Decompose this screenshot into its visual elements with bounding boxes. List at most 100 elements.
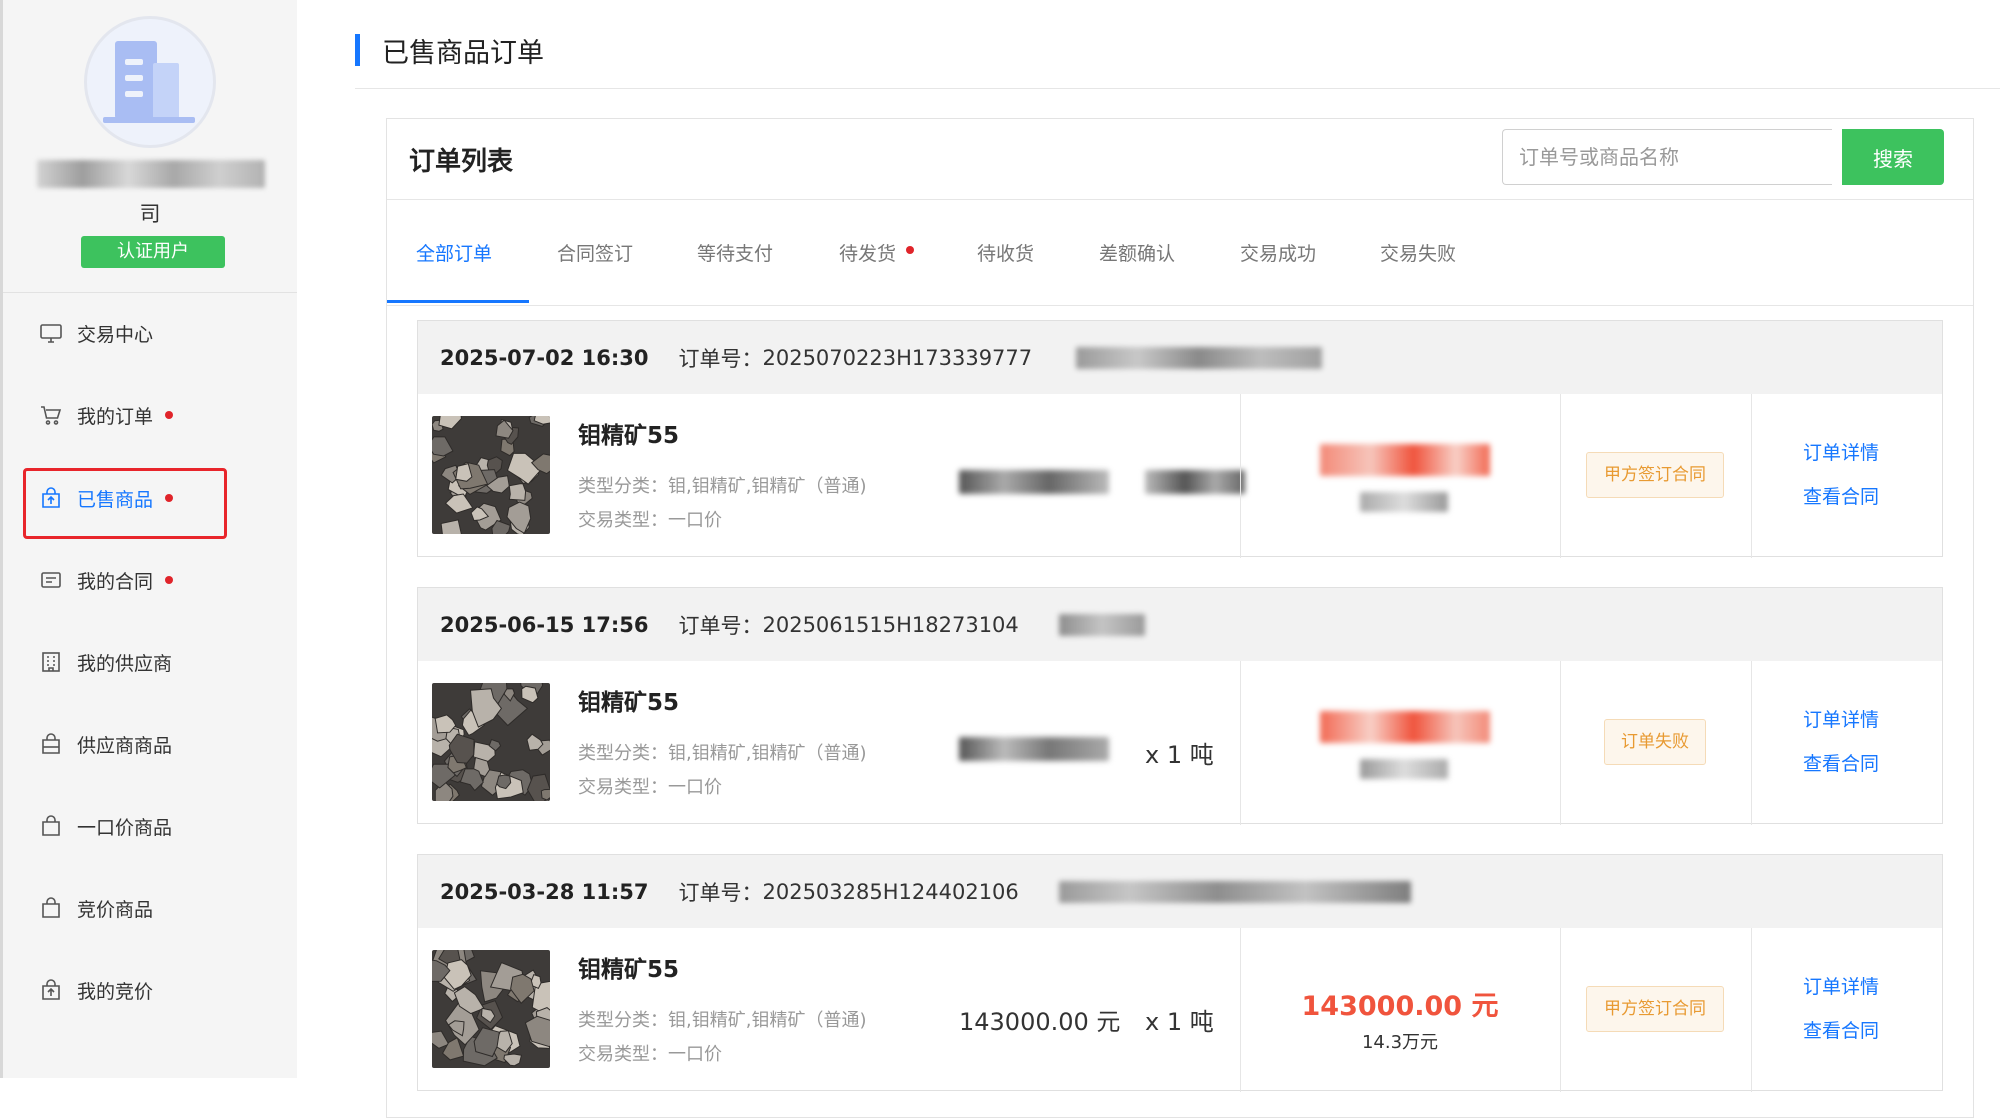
product-image bbox=[432, 683, 550, 801]
tab-label: 合同签订 bbox=[557, 242, 634, 265]
order-datetime: 2025-07-02 16:30 bbox=[440, 345, 649, 370]
sidebar-item-fixed-price-goods[interactable]: 一口价商品 bbox=[38, 806, 268, 846]
tab-to-receive[interactable]: 待收货 bbox=[977, 199, 1034, 305]
bag-icon bbox=[38, 731, 64, 757]
column-divider bbox=[1560, 928, 1561, 1092]
cart-icon bbox=[38, 402, 64, 428]
certified-user-badge: 认证用户 bbox=[81, 236, 225, 268]
order-card: 2025-06-15 17:56 订单号： 2025061515H1827310… bbox=[417, 587, 1943, 825]
active-tab-underline bbox=[387, 300, 529, 303]
column-divider bbox=[1560, 394, 1561, 558]
buyer-name-redacted bbox=[1058, 880, 1411, 903]
order-number: 2025061515H18273104 bbox=[762, 612, 1019, 637]
tab-trade-success[interactable]: 交易成功 bbox=[1240, 199, 1316, 305]
company-name-redacted bbox=[37, 160, 265, 188]
product-category: 类型分类：钼,钼精矿,钼精矿（普通) bbox=[578, 743, 867, 764]
order-detail-link[interactable]: 订单详情 bbox=[1803, 438, 1879, 465]
total-price: 143000.00 元 bbox=[1301, 991, 1499, 1022]
trade-type: 交易类型：一口价 bbox=[578, 777, 722, 798]
notification-dot bbox=[165, 494, 174, 502]
order-detail-link[interactable]: 订单详情 bbox=[1803, 972, 1879, 999]
view-contract-link[interactable]: 查看合同 bbox=[1803, 1016, 1879, 1043]
sidebar: 司 认证用户 交易中心 我的订单 已售商品 我的合同 我的供应商 供应商商品 一… bbox=[0, 0, 297, 1078]
total-price-sub: 14.3万元 bbox=[1361, 1032, 1439, 1053]
tab-label: 交易失败 bbox=[1380, 242, 1457, 265]
column-divider bbox=[1240, 394, 1241, 558]
contract-icon bbox=[38, 567, 64, 593]
sidebar-item-trade-center[interactable]: 交易中心 bbox=[38, 313, 268, 353]
product-name: 钼精矿55 bbox=[578, 957, 680, 983]
building-icon bbox=[38, 649, 64, 675]
sidebar-item-my-contracts[interactable]: 我的合同 bbox=[38, 560, 268, 600]
company-avatar bbox=[84, 16, 216, 148]
column-divider bbox=[1751, 661, 1752, 825]
order-body: 钼精矿55 类型分类：钼,钼精矿,钼精矿（普通) 交易类型：一口价 143000… bbox=[418, 928, 1942, 1092]
product-category: 类型分类：钼,钼精矿,钼精矿（普通) bbox=[578, 1010, 867, 1031]
page-header: 已售商品订单 bbox=[355, 28, 544, 72]
sidebar-item-sold-goods[interactable]: 已售商品 bbox=[38, 478, 268, 518]
order-datetime: 2025-03-28 11:57 bbox=[440, 879, 649, 904]
column-divider bbox=[1751, 394, 1752, 558]
product-image bbox=[432, 950, 550, 1068]
sidebar-item-label: 已售商品 bbox=[77, 488, 154, 511]
sidebar-item-label: 交易中心 bbox=[77, 323, 154, 346]
buyer-name-redacted bbox=[1076, 346, 1323, 369]
tab-label: 待发货 bbox=[839, 242, 897, 265]
notification-dot bbox=[165, 411, 174, 419]
profile-card: 司 认证用户 bbox=[3, 0, 297, 293]
order-header: 2025-07-02 16:30 订单号： 2025070223H1733397… bbox=[418, 321, 1942, 394]
sidebar-item-auction-goods[interactable]: 竞价商品 bbox=[38, 888, 268, 928]
sidebar-item-my-bids[interactable]: 我的竞价 bbox=[38, 970, 268, 1010]
unit-price-redacted bbox=[959, 737, 1109, 761]
sold-bag-icon bbox=[38, 485, 64, 511]
sidebar-item-label: 竞价商品 bbox=[77, 898, 154, 921]
tab-label: 待收货 bbox=[977, 242, 1035, 265]
panel-title: 订单列表 bbox=[409, 147, 514, 177]
order-body: 钼精矿55 类型分类：钼,钼精矿,钼精矿（普通) 交易类型：一口价 x 1 吨 … bbox=[418, 661, 1942, 825]
quantity-redacted bbox=[1145, 470, 1245, 494]
quantity: x 1 吨 bbox=[1145, 1008, 1214, 1036]
tab-to-ship[interactable]: 待发货 bbox=[839, 199, 915, 305]
order-status-tag: 订单失败 bbox=[1604, 719, 1706, 765]
view-contract-link[interactable]: 查看合同 bbox=[1803, 749, 1879, 776]
tab-difference-confirm[interactable]: 差额确认 bbox=[1099, 199, 1175, 305]
tab-awaiting-payment[interactable]: 等待支付 bbox=[697, 199, 773, 305]
column-divider bbox=[1240, 661, 1241, 825]
order-detail-link[interactable]: 订单详情 bbox=[1803, 705, 1879, 732]
sidebar-item-label: 我的供应商 bbox=[77, 652, 173, 675]
total-sub-redacted bbox=[1360, 759, 1448, 779]
order-header: 2025-03-28 11:57 订单号： 202503285H12440210… bbox=[418, 855, 1942, 928]
company-name-tail: 司 bbox=[139, 202, 161, 226]
tab-contract-signing[interactable]: 合同签订 bbox=[557, 199, 633, 305]
sidebar-item-supplier-goods[interactable]: 供应商商品 bbox=[38, 724, 268, 764]
buyer-name-redacted bbox=[1058, 613, 1145, 636]
order-number-label: 订单号： bbox=[678, 346, 763, 371]
trade-type: 交易类型：一口价 bbox=[578, 1044, 722, 1065]
unit-price-redacted bbox=[959, 470, 1109, 494]
total-price-redacted bbox=[1320, 711, 1490, 743]
sidebar-item-my-suppliers[interactable]: 我的供应商 bbox=[38, 642, 268, 682]
total-price-redacted bbox=[1320, 444, 1490, 476]
bag-icon bbox=[38, 813, 64, 839]
bid-bag-icon bbox=[38, 977, 64, 1003]
tab-label: 交易成功 bbox=[1240, 242, 1317, 265]
product-name: 钼精矿55 bbox=[578, 423, 680, 449]
order-status-tag: 甲方签订合同 bbox=[1586, 452, 1724, 498]
order-body: 钼精矿55 类型分类：钼,钼精矿,钼精矿（普通) 交易类型：一口价 甲方签订合同… bbox=[418, 394, 1942, 558]
search-input[interactable] bbox=[1502, 129, 1832, 185]
page-title: 已售商品订单 bbox=[382, 37, 544, 69]
notification-dot bbox=[906, 246, 915, 254]
order-card: 2025-03-28 11:57 订单号： 202503285H12440210… bbox=[417, 854, 1943, 1092]
order-number: 202503285H124402106 bbox=[762, 879, 1019, 904]
tab-all-orders[interactable]: 全部订单 bbox=[416, 199, 492, 305]
order-status-tag: 甲方签订合同 bbox=[1586, 986, 1724, 1032]
column-divider bbox=[1560, 661, 1561, 825]
column-divider bbox=[1751, 928, 1752, 1092]
total-sub-redacted bbox=[1360, 492, 1448, 512]
view-contract-link[interactable]: 查看合同 bbox=[1803, 482, 1879, 509]
search-button[interactable]: 搜索 bbox=[1842, 129, 1944, 185]
sidebar-item-my-orders[interactable]: 我的订单 bbox=[38, 395, 268, 435]
sidebar-item-label: 供应商商品 bbox=[77, 734, 173, 757]
tab-trade-failed[interactable]: 交易失败 bbox=[1380, 199, 1456, 305]
order-number-label: 订单号： bbox=[678, 880, 763, 905]
